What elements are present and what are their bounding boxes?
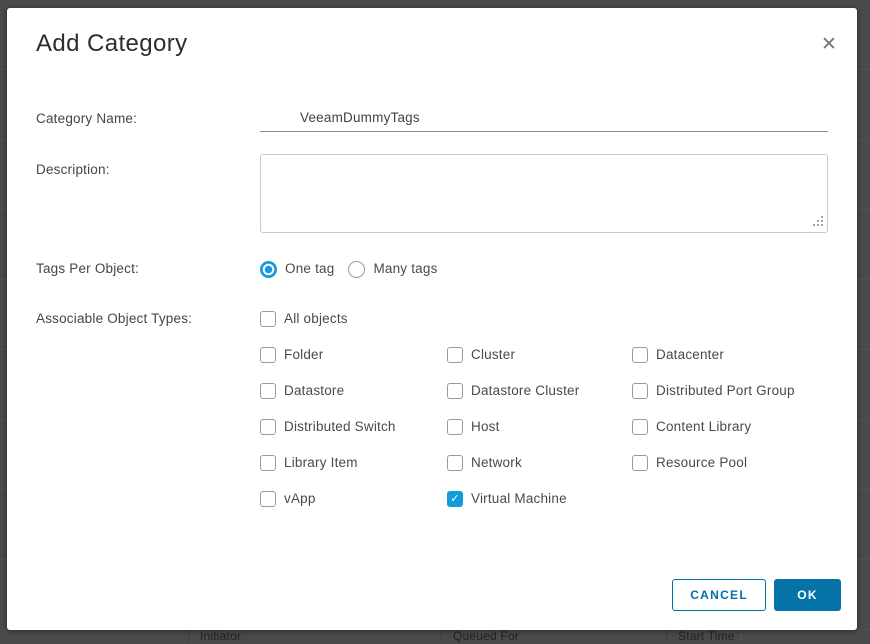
checkbox-icon[interactable] [632, 455, 648, 471]
tags-per-object-row: Tags Per Object: One tag Many tags [36, 260, 828, 278]
checkbox-label: Resource Pool [656, 454, 747, 472]
checkbox-label: Folder [284, 346, 323, 364]
radio-one-tag[interactable]: One tag [260, 260, 334, 278]
checkbox-icon[interactable] [447, 383, 463, 399]
checkbox-cluster[interactable]: Cluster [447, 346, 632, 364]
checkbox-label: Cluster [471, 346, 515, 364]
checkbox-icon[interactable] [260, 491, 276, 507]
checkbox-label: Network [471, 454, 522, 472]
checkbox-icon[interactable]: ✓ [447, 491, 463, 507]
tags-per-object-radio-group: One tag Many tags [260, 260, 828, 278]
checkbox-label: vApp [284, 490, 316, 508]
checkbox-icon[interactable] [260, 347, 276, 363]
column-divider [188, 628, 189, 643]
checkbox-icon[interactable] [447, 455, 463, 471]
description-label: Description: [36, 154, 260, 179]
checkbox-label: Distributed Switch [284, 418, 396, 436]
checkbox-icon[interactable] [447, 347, 463, 363]
checkbox-content-library[interactable]: Content Library [632, 418, 870, 436]
radio-button-icon[interactable] [348, 261, 365, 278]
radio-button-icon[interactable] [260, 261, 277, 278]
checkbox-vapp[interactable]: vApp [260, 490, 447, 508]
column-divider [441, 628, 442, 643]
checkbox-icon[interactable] [632, 347, 648, 363]
description-row: Description: [36, 154, 828, 233]
checkbox-folder[interactable]: Folder [260, 346, 447, 364]
checkbox-network[interactable]: Network [447, 454, 632, 472]
checkbox-label: All objects [284, 310, 348, 328]
checkbox-icon[interactable] [260, 311, 276, 327]
checkbox-label: Datacenter [656, 346, 724, 364]
checkbox-label: Library Item [284, 454, 358, 472]
bg-column-queued-for: Queued For [453, 629, 519, 643]
checkbox-virtual-machine[interactable]: ✓ Virtual Machine [447, 490, 632, 508]
checkbox-host[interactable]: Host [447, 418, 632, 436]
object-type-checkbox-grid: Folder Cluster Datacenter Datastore Data… [260, 346, 870, 508]
bg-column-initiator: Initiator [200, 629, 241, 643]
associable-object-types-row: Associable Object Types: All objects [36, 310, 828, 328]
checkbox-datastore-cluster[interactable]: Datastore Cluster [447, 382, 632, 400]
ok-button[interactable]: OK [774, 579, 841, 611]
checkbox-icon[interactable] [447, 419, 463, 435]
resize-grip-icon[interactable] [821, 224, 823, 226]
checkbox-all-objects[interactable]: All objects [260, 310, 828, 328]
column-divider [666, 628, 667, 643]
checkbox-library-item[interactable]: Library Item [260, 454, 447, 472]
checkbox-label: Virtual Machine [471, 490, 567, 508]
checkbox-label: Content Library [656, 418, 751, 436]
checkbox-datacenter[interactable]: Datacenter [632, 346, 870, 364]
close-icon[interactable]: ✕ [817, 32, 841, 56]
checkbox-icon[interactable] [260, 455, 276, 471]
checkbox-label: Host [471, 418, 500, 436]
tags-per-object-label: Tags Per Object: [36, 260, 260, 278]
checkbox-label: Datastore [284, 382, 344, 400]
add-category-dialog: Add Category ✕ Category Name: Descriptio… [7, 8, 857, 630]
checkbox-datastore[interactable]: Datastore [260, 382, 447, 400]
checkbox-label: Distributed Port Group [656, 382, 795, 400]
radio-many-tags[interactable]: Many tags [348, 260, 437, 278]
category-name-label: Category Name: [36, 110, 260, 128]
associable-object-types-label: Associable Object Types: [36, 310, 260, 328]
checkbox-icon[interactable] [632, 383, 648, 399]
sort-descending-icon: ↓ [738, 631, 744, 643]
dialog-footer: CANCEL OK [672, 579, 841, 611]
category-name-row: Category Name: [36, 110, 828, 132]
radio-label: Many tags [373, 260, 437, 278]
checkbox-resource-pool[interactable]: Resource Pool [632, 454, 870, 472]
checkbox-distributed-port-group[interactable]: Distributed Port Group [632, 382, 870, 400]
checkbox-distributed-switch[interactable]: Distributed Switch [260, 418, 447, 436]
checkbox-icon[interactable] [260, 383, 276, 399]
dialog-title: Add Category [36, 30, 188, 58]
category-name-input[interactable] [260, 110, 828, 132]
checkbox-label: Datastore Cluster [471, 382, 579, 400]
radio-label: One tag [285, 260, 334, 278]
checkbox-icon[interactable] [260, 419, 276, 435]
description-textarea[interactable] [260, 154, 828, 233]
cancel-button[interactable]: CANCEL [672, 579, 766, 611]
bg-column-start-time: Start Time ↓ [678, 629, 744, 643]
checkbox-icon[interactable] [632, 419, 648, 435]
